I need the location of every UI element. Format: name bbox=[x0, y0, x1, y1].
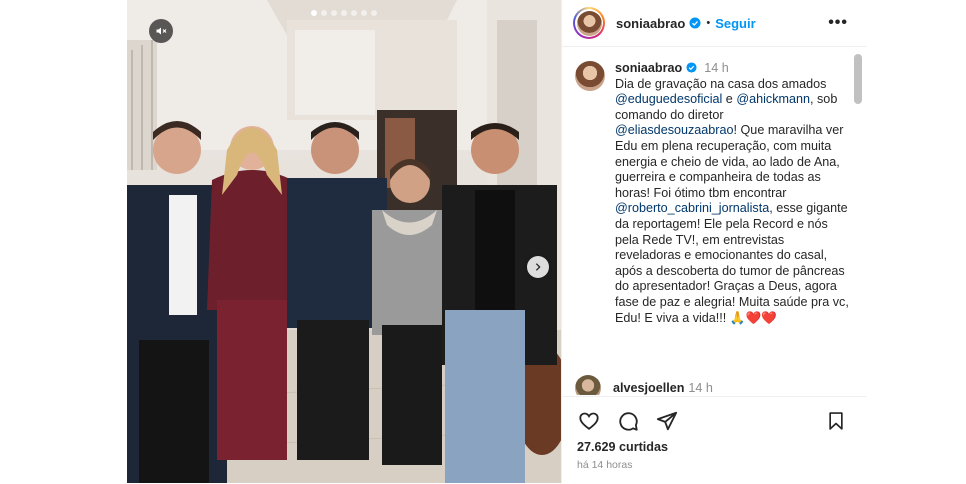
carousel-dot bbox=[351, 10, 357, 16]
avatar[interactable] bbox=[573, 7, 605, 39]
commenter-username[interactable]: alvesjoellen bbox=[613, 381, 684, 395]
post-timestamp: há 14 horas bbox=[577, 459, 633, 471]
carousel-dots bbox=[127, 10, 561, 16]
comment-button[interactable] bbox=[616, 409, 640, 433]
save-button[interactable] bbox=[824, 409, 848, 433]
verified-badge-icon bbox=[689, 17, 701, 29]
avatar-photo bbox=[576, 10, 602, 36]
commenter-avatar[interactable] bbox=[575, 375, 601, 395]
person-2 bbox=[207, 126, 297, 460]
caption-fragment: Dia de gravação na casa dos amados bbox=[615, 76, 827, 91]
caption-avatar[interactable] bbox=[575, 61, 605, 91]
carousel-dot bbox=[331, 10, 337, 16]
comment-icon bbox=[619, 412, 638, 431]
carousel-dot bbox=[361, 10, 367, 16]
caption-time: 14 h bbox=[704, 61, 729, 75]
header-username[interactable]: soniaabrao bbox=[616, 16, 685, 31]
share-button[interactable] bbox=[655, 409, 679, 433]
carousel-dot bbox=[341, 10, 347, 16]
chevron-right-icon bbox=[535, 263, 541, 271]
muted-speaker-icon bbox=[156, 27, 167, 35]
caption-text: soniaabrao 14 h Dia de gravação na casa … bbox=[615, 61, 849, 326]
mention-link[interactable]: @eliasdesouzaabrao bbox=[615, 123, 734, 137]
header-separator: • bbox=[706, 17, 711, 29]
more-options-button[interactable]: ••• bbox=[828, 14, 848, 32]
carousel-dot-active bbox=[311, 10, 317, 16]
comment-item: alvesjoellen 14 h bbox=[575, 375, 713, 395]
post-header: soniaabrao • Seguir ••• bbox=[562, 0, 866, 47]
carousel-dot bbox=[371, 10, 377, 16]
comment-time: 14 h bbox=[688, 381, 713, 395]
likes-count[interactable]: 27.629 curtidas bbox=[577, 440, 668, 454]
mention-link[interactable]: @ahickmann bbox=[736, 92, 810, 106]
follow-button[interactable]: Seguir bbox=[715, 16, 755, 31]
mute-button[interactable] bbox=[149, 19, 173, 43]
action-bar: 27.629 curtidas há 14 horas bbox=[562, 396, 866, 484]
comments-scrollbar[interactable] bbox=[854, 54, 862, 104]
verified-badge-icon bbox=[686, 62, 697, 73]
caption-fragment: , esse gigante da reportagem! Ele pela R… bbox=[615, 201, 849, 325]
mention-link[interactable]: @eduguedesoficial bbox=[615, 92, 722, 106]
post-photo[interactable] bbox=[127, 0, 561, 483]
caption-username[interactable]: soniaabrao bbox=[615, 61, 682, 75]
caption-fragment: e bbox=[722, 92, 737, 107]
group-photo-scene bbox=[127, 0, 561, 483]
heart-icon bbox=[579, 412, 599, 430]
post-caption: soniaabrao 14 h Dia de gravação na casa … bbox=[575, 61, 849, 326]
next-slide-button[interactable] bbox=[527, 256, 549, 278]
carousel-dot bbox=[321, 10, 327, 16]
bookmark-icon bbox=[829, 412, 843, 430]
share-icon bbox=[656, 411, 678, 431]
mention-link[interactable]: @roberto_cabrini_jornalista bbox=[615, 201, 769, 215]
comments-section[interactable]: soniaabrao 14 h Dia de gravação na casa … bbox=[562, 47, 852, 395]
caption-body: Dia de gravação na casa dos amados @edug… bbox=[615, 77, 849, 325]
post-sidebar: soniaabrao • Seguir ••• soniaabrao 14 h … bbox=[561, 0, 866, 484]
like-button[interactable] bbox=[577, 409, 601, 433]
